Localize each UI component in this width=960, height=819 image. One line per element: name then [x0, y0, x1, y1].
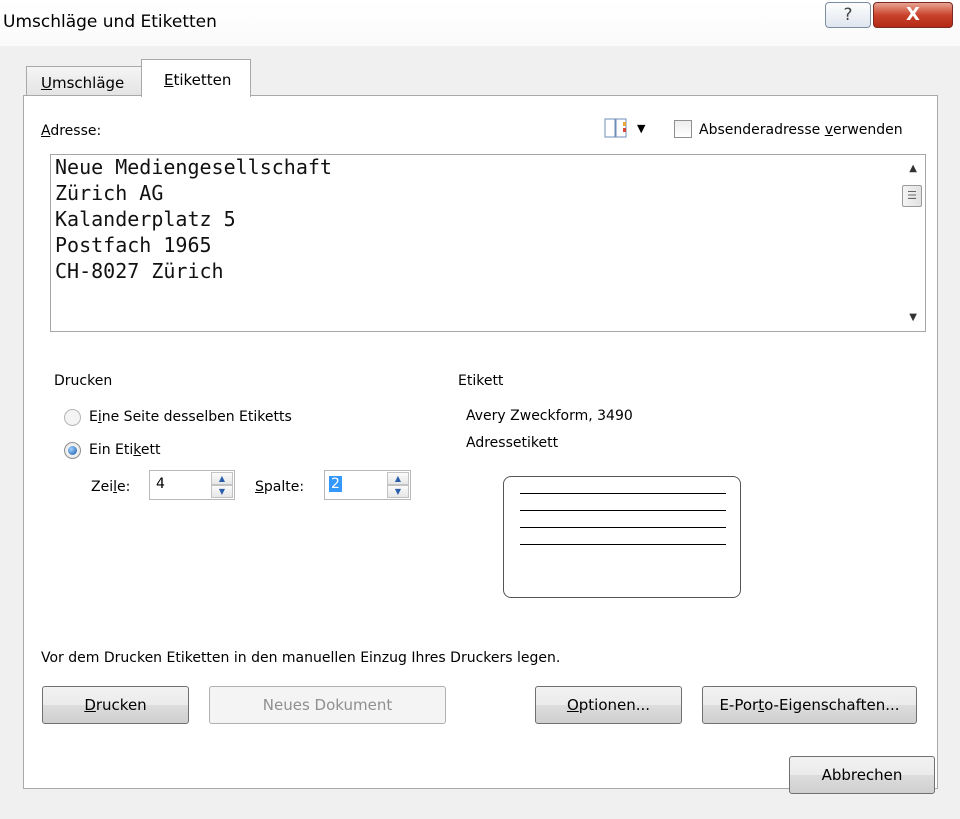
- scrollbar-thumb[interactable]: ☰: [902, 185, 922, 207]
- eporto-properties-button[interactable]: E-Porto-Eigenschaften...: [702, 686, 917, 724]
- column-label: Spalte:: [255, 479, 305, 495]
- radio-single-label[interactable]: [64, 442, 81, 459]
- address-book-icon[interactable]: [604, 118, 628, 138]
- preview-line: [520, 510, 726, 511]
- preview-line: [520, 527, 726, 528]
- use-sender-address-label[interactable]: Absenderadresse verwenden: [699, 122, 903, 138]
- manual-feed-note: Vor dem Drucken Etiketten in den manuell…: [41, 650, 561, 666]
- use-sender-address-checkbox[interactable]: [674, 120, 692, 138]
- preview-line: [520, 493, 726, 494]
- address-line: CH-8027 Zürich: [55, 259, 224, 283]
- help-button[interactable]: ?: [825, 2, 871, 28]
- row-value[interactable]: 4: [156, 476, 165, 492]
- close-icon: X: [906, 4, 920, 25]
- column-value[interactable]: 2: [329, 476, 342, 492]
- label-group-label: Etikett: [458, 373, 504, 389]
- row-label: Zeile:: [91, 479, 131, 495]
- address-label: Adresse:: [41, 123, 102, 139]
- radio-full-page-label[interactable]: Eine Seite desselben Etiketts: [89, 409, 292, 425]
- help-icon: ?: [843, 5, 853, 25]
- row-spinner[interactable]: 4 ▲ ▼: [149, 470, 235, 500]
- labels-tab-panel: Adresse: ▼ Absenderadresse verwenden Neu…: [23, 95, 938, 789]
- options-button[interactable]: Optionen...: [535, 686, 682, 724]
- window-title: Umschläge und Etiketten: [3, 12, 217, 32]
- address-line: Kalanderplatz 5: [55, 207, 236, 231]
- dialog-client-area: Umschläge Etiketten Adresse: ▼ Absendera…: [8, 46, 952, 811]
- title-bar[interactable]: Umschläge und Etiketten ? X: [0, 0, 960, 46]
- row-decrement-icon[interactable]: ▼: [211, 485, 233, 498]
- print-button[interactable]: Drucken: [42, 686, 189, 724]
- scroll-down-icon[interactable]: ▼: [909, 312, 917, 323]
- close-button[interactable]: X: [873, 2, 953, 28]
- address-line: Postfach 1965: [55, 233, 212, 257]
- column-decrement-icon[interactable]: ▼: [387, 485, 409, 498]
- preview-line: [520, 544, 726, 545]
- address-book-dropdown-icon[interactable]: ▼: [637, 122, 645, 135]
- tab-envelopes-label: mschläge: [51, 74, 125, 92]
- cancel-button[interactable]: Abbrechen: [789, 756, 935, 794]
- label-type[interactable]: Adressetikett: [466, 435, 558, 451]
- row-increment-icon[interactable]: ▲: [211, 472, 233, 485]
- tab-labels-label: tiketten: [173, 71, 232, 89]
- column-spinner[interactable]: 2 ▲ ▼: [324, 470, 411, 500]
- column-increment-icon[interactable]: ▲: [387, 472, 409, 485]
- scroll-up-icon[interactable]: ▲: [909, 163, 917, 174]
- tab-envelopes-mnemonic: U: [41, 74, 52, 92]
- envelopes-labels-dialog: Umschläge und Etiketten ? X Umschläge Et…: [0, 0, 960, 819]
- address-line: Neue Mediengesellschaft: [55, 155, 332, 179]
- radio-full-page[interactable]: [64, 409, 81, 426]
- tab-labels[interactable]: Etiketten: [141, 59, 251, 97]
- address-textarea[interactable]: Neue Mediengesellschaft Zürich AG Kaland…: [50, 154, 926, 332]
- print-group-label: Drucken: [54, 373, 113, 389]
- radio-single-label-label[interactable]: Ein Etikett: [89, 442, 161, 458]
- new-document-button[interactable]: Neues Dokument: [209, 686, 446, 724]
- address-line: Zürich AG: [55, 181, 164, 205]
- label-preview[interactable]: [503, 476, 741, 598]
- label-vendor[interactable]: Avery Zweckform, 3490: [466, 408, 633, 424]
- tab-envelopes[interactable]: Umschläge: [26, 66, 142, 96]
